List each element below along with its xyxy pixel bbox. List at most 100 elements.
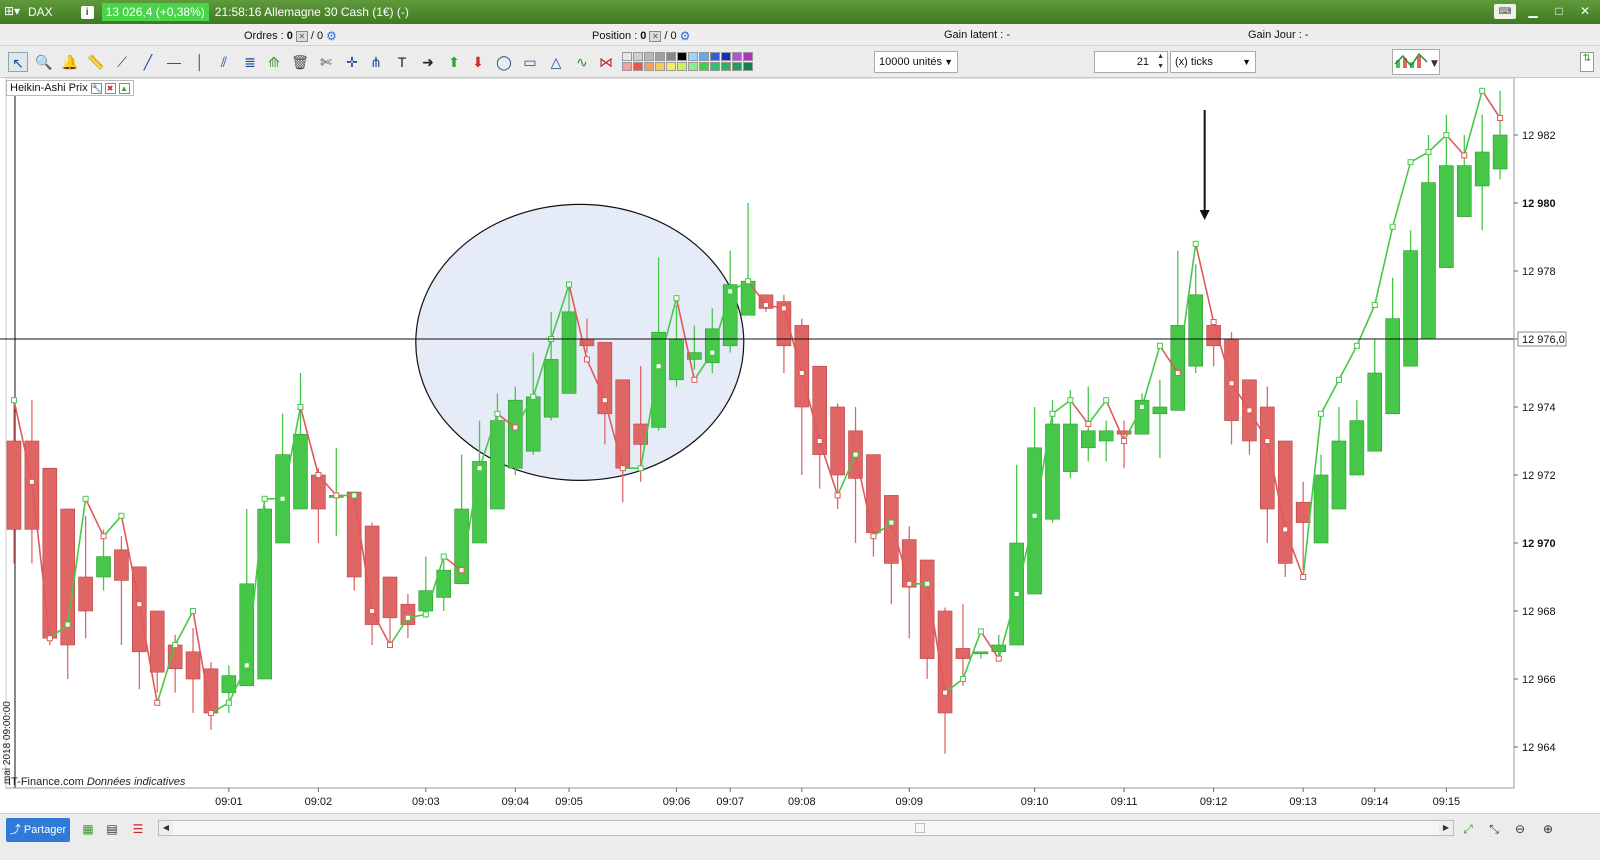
position-value2: / 0 [664, 30, 677, 42]
vertical-line-icon[interactable]: │ [190, 52, 210, 72]
ticks-stepper[interactable]: 21 ▲ ▼ [1094, 51, 1168, 73]
color-swatch[interactable] [743, 62, 753, 71]
layout-icon[interactable]: ▤ [104, 821, 120, 837]
quantity-dropdown[interactable]: 10000 unités ▼ [874, 51, 958, 73]
position-close-icon[interactable]: ✕ [649, 30, 662, 42]
candle-body [1492, 134, 1508, 170]
scroll-left-icon[interactable]: ◀ [159, 821, 173, 835]
color-swatch[interactable] [644, 52, 654, 61]
scroll-thumb[interactable] [915, 823, 925, 833]
triangle-icon[interactable]: △ [546, 52, 566, 72]
stepper-arrows-icon[interactable]: ▲ ▼ [1157, 52, 1164, 72]
ellipse-icon[interactable]: ◯ [494, 52, 514, 72]
color-swatch[interactable] [655, 62, 665, 71]
trash-icon[interactable]: 🗑 [290, 52, 310, 72]
color-swatch[interactable] [622, 62, 632, 71]
color-swatch[interactable] [644, 62, 654, 71]
ticks-unit-dropdown[interactable]: (x) ticks ▼ [1170, 51, 1256, 73]
remove-icon[interactable]: ✖ [104, 82, 116, 94]
fit-icon[interactable]: ⤡ [1486, 821, 1502, 837]
current-price-label: 12 976,0 [1522, 334, 1565, 346]
channel-icon[interactable]: ⫽ [214, 52, 234, 72]
keyboard-icon[interactable]: ⌨ [1494, 4, 1516, 19]
color-swatch[interactable] [688, 52, 698, 61]
minimize-icon[interactable]: ▁ [1524, 4, 1542, 19]
indicator-legend[interactable]: Heikin-Ashi Prix 🔧 ✖ ▲ [6, 80, 134, 96]
orders-list-icon[interactable]: ☰ [130, 821, 146, 837]
candle-body [830, 406, 845, 476]
horizontal-line-icon[interactable]: — [164, 52, 184, 72]
y-tick-label: 12 974 [1522, 402, 1556, 414]
color-palette[interactable] [622, 52, 753, 71]
color-swatch[interactable] [732, 52, 742, 61]
horizontal-scrollbar[interactable]: ◀ ▶ [158, 820, 1454, 836]
arrow-right-icon[interactable]: ➜ [418, 52, 438, 72]
arrow-down-icon[interactable]: ⬇ [468, 52, 488, 72]
maximize-icon[interactable]: □ [1550, 4, 1568, 19]
color-swatch[interactable] [732, 62, 742, 71]
pitchfork-icon[interactable]: ⋔ [366, 52, 386, 72]
arrow-up-icon[interactable]: ⬆ [444, 52, 464, 72]
color-swatch[interactable] [666, 52, 676, 61]
close-line-marker [1371, 302, 1378, 308]
wrench-icon[interactable]: 🔧 [90, 82, 102, 94]
color-swatch[interactable] [677, 52, 687, 61]
candle-body [1188, 294, 1204, 367]
color-swatch[interactable] [666, 62, 676, 71]
info-icon[interactable]: i [80, 5, 94, 19]
close-icon[interactable]: ✕ [1576, 4, 1594, 19]
color-swatch[interactable] [721, 52, 731, 61]
candle-body [508, 399, 523, 469]
rectangle-icon[interactable]: ▭ [520, 52, 540, 72]
close-line-marker [1282, 526, 1289, 533]
price-chart[interactable]: Heikin-Ashi Prix 🔧 ✖ ▲ 12 964 12 966 12 96… [0, 77, 1600, 813]
color-swatch[interactable] [655, 52, 665, 61]
close-line-marker [1192, 240, 1199, 247]
color-swatch[interactable] [710, 62, 720, 71]
position-settings-icon[interactable]: ⚙ [680, 29, 691, 43]
candle-body [1421, 182, 1436, 340]
segment-icon[interactable]: ⟋ [112, 52, 132, 72]
tools-icon[interactable]: ✄ [316, 52, 336, 72]
candle-body [400, 603, 416, 625]
zoom-in-icon[interactable]: ⊕ [1540, 821, 1556, 837]
chart-canvas[interactable]: 12 964 12 966 12 968 12 970 12 972 12 974 12 9… [0, 77, 1600, 813]
zoom-out-icon[interactable]: ⊖ [1512, 821, 1528, 837]
candles-icon[interactable]: ▦ [80, 821, 96, 837]
color-swatch[interactable] [699, 52, 709, 61]
x-tick-label: 09:10 [1021, 796, 1049, 808]
pattern-icon[interactable]: ⋈ [596, 52, 616, 72]
chart-window-icon[interactable]: ⊞▾ [4, 4, 22, 20]
scale-toggle-icon[interactable]: ⇅ [1580, 52, 1594, 72]
color-swatch[interactable] [677, 62, 687, 71]
share-button[interactable]: ⤴ Partager [6, 818, 70, 842]
color-swatch[interactable] [633, 62, 643, 71]
ruler-icon[interactable]: 📏 [86, 52, 106, 72]
crosshair-icon[interactable]: ✛ [342, 52, 362, 72]
orders-settings-icon[interactable]: ⚙ [326, 29, 337, 43]
candle-body [1456, 165, 1472, 217]
pointer-icon[interactable]: ↖ [8, 52, 28, 72]
scroll-right-icon[interactable]: ▶ [1439, 821, 1453, 835]
orders-close-icon[interactable]: ✕ [295, 30, 308, 42]
wave-icon[interactable]: ∿ [572, 52, 592, 72]
chart-type-button[interactable]: ▼ [1392, 49, 1440, 75]
fibonacci-icon[interactable]: ≣ [240, 52, 260, 72]
color-swatch[interactable] [622, 52, 632, 61]
color-swatch[interactable] [633, 52, 643, 61]
close-line-marker [11, 397, 17, 404]
color-swatch[interactable] [710, 52, 720, 61]
alert-bell-icon[interactable]: 🔔 [60, 52, 80, 72]
gann-fan-icon[interactable]: ⟰ [264, 52, 284, 72]
color-swatch[interactable] [721, 62, 731, 71]
zoom-icon[interactable]: 🔍 [34, 52, 54, 72]
color-swatch[interactable] [743, 52, 753, 61]
trendline-icon[interactable]: ╱ [138, 52, 158, 72]
color-swatch[interactable] [699, 62, 709, 71]
candle-body [257, 508, 272, 680]
move-up-icon[interactable]: ▲ [118, 82, 130, 94]
auto-scale-icon[interactable]: ⤢ [1460, 821, 1476, 837]
text-icon[interactable]: T [392, 52, 412, 72]
color-swatch[interactable] [688, 62, 698, 71]
symbol-name[interactable]: DAX [28, 5, 53, 19]
